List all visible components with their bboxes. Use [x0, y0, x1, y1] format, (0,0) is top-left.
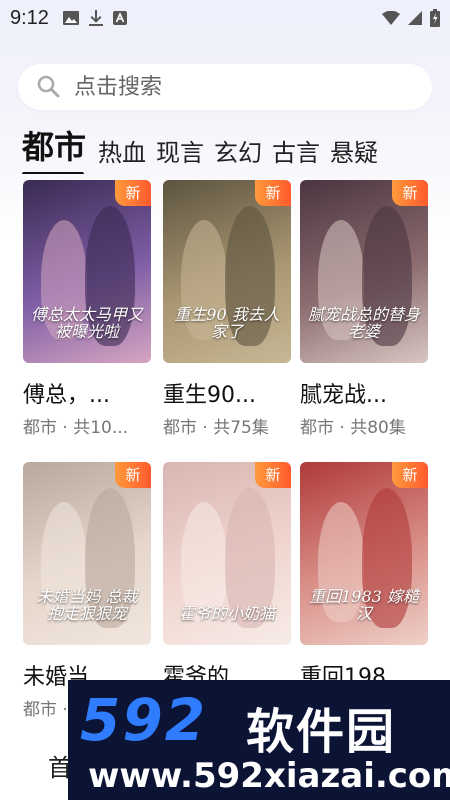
tab-dushi[interactable]: 都市 [22, 124, 86, 174]
watermark-url: www.592xiazai.com [88, 756, 450, 796]
new-badge: 新 [392, 180, 428, 206]
new-badge: 新 [115, 462, 151, 488]
watermark-chinese: 软件园 [246, 704, 397, 760]
site-watermark: 592 软件园 www.592xiazai.com [68, 680, 450, 800]
drama-poster: 傅总太太马甲又被曝光啦 新 [23, 180, 151, 363]
tab-rexue[interactable]: 热血 [98, 133, 146, 174]
drama-title: 腻宠战... [300, 383, 387, 408]
drama-title: 傅总，... [23, 383, 110, 408]
status-bar: 9:12 [0, 0, 450, 36]
drama-poster: 未婚当妈 总裁抱走狠狠宠 新 [23, 462, 151, 645]
drama-title: 重生90... [163, 383, 256, 408]
new-badge: 新 [255, 462, 291, 488]
new-badge: 新 [392, 462, 428, 488]
tab-guyan[interactable]: 古言 [272, 133, 320, 174]
poster-title-art: 腻宠战总的替身老婆 [308, 304, 421, 342]
tab-xuanhuan[interactable]: 玄幻 [214, 133, 262, 174]
drama-card[interactable]: 霍爷的小奶猫 新 霍爷的... [163, 462, 291, 695]
tab-xuanyi[interactable]: 悬疑 [330, 133, 378, 174]
search-icon [37, 75, 60, 98]
drama-meta: 都市 · 共80集 [300, 418, 406, 438]
drama-card[interactable]: 重生90 我去人家了 新 重生90... 都市 · 共75集 [163, 180, 291, 438]
image-icon [62, 11, 79, 25]
battery-icon [430, 9, 440, 27]
poster-title-art: 霍爷的小奶猫 [178, 604, 275, 624]
drama-poster: 霍爷的小奶猫 新 [163, 462, 291, 645]
poster-title-art: 重生90 我去人家了 [174, 304, 280, 342]
drama-card[interactable]: 腻宠战总的替身老婆 新 腻宠战... 都市 · 共80集 [300, 180, 428, 438]
drama-poster: 腻宠战总的替身老婆 新 [300, 180, 428, 363]
text-a-icon [112, 11, 127, 25]
status-time: 9:12 [10, 6, 49, 29]
search-input[interactable] [74, 74, 414, 100]
new-badge: 新 [115, 180, 151, 206]
poster-title-art: 重回1983 嫁糙汉 [309, 586, 419, 624]
drama-meta: 都市 · 共10... [23, 418, 129, 438]
poster-title-art: 未婚当妈 总裁抱走狠狠宠 [36, 586, 138, 624]
status-system-icons [382, 9, 440, 27]
drama-meta: 都市 · 共75集 [163, 418, 269, 438]
category-tabs: 都市 热血 现言 玄幻 古言 悬疑 [22, 124, 450, 174]
tab-xianyan[interactable]: 现言 [156, 133, 204, 174]
search-bar[interactable] [18, 64, 432, 110]
drama-card[interactable]: 傅总太太马甲又被曝光啦 新 傅总，... 都市 · 共10... [23, 180, 151, 438]
status-notification-icons [62, 10, 127, 26]
signal-icon [408, 11, 422, 25]
new-badge: 新 [255, 180, 291, 206]
download-icon [88, 10, 103, 26]
drama-poster: 重回1983 嫁糙汉 新 [300, 462, 428, 645]
drama-card[interactable]: 重回1983 嫁糙汉 新 重回198... [300, 462, 428, 695]
watermark-logo: 592 [80, 686, 208, 754]
drama-poster: 重生90 我去人家了 新 [163, 180, 291, 363]
poster-title-art: 傅总太太马甲又被曝光啦 [31, 304, 144, 342]
wifi-icon [382, 11, 400, 25]
